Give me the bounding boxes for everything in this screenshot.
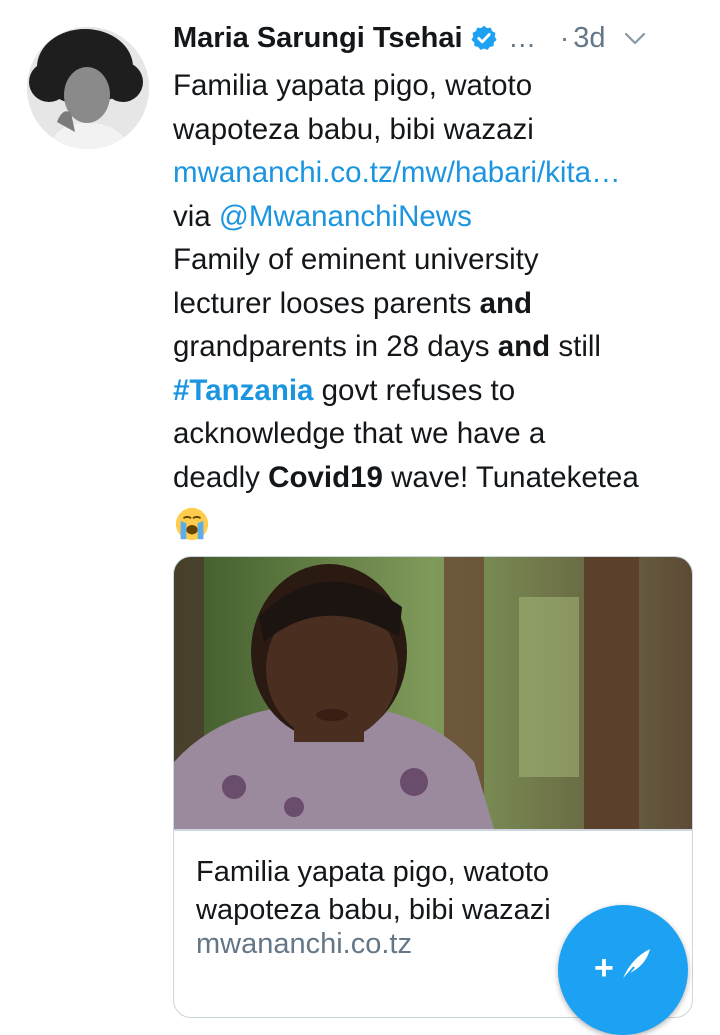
more-dots: ... bbox=[509, 22, 536, 53]
feather-icon bbox=[621, 949, 650, 982]
via-text: via bbox=[173, 199, 219, 233]
separator-dot: · bbox=[559, 22, 570, 53]
tweet-line: acknowledge that we have a bbox=[173, 417, 546, 450]
bold-text: and bbox=[497, 330, 551, 363]
avatar-image bbox=[27, 27, 149, 149]
text-segment: lecturer looses parents bbox=[173, 286, 480, 320]
bold-text: Covid19 bbox=[268, 460, 383, 494]
hashtag-link[interactable]: #Tanzania bbox=[173, 374, 313, 407]
text-segment: grandparents in 28 days bbox=[173, 330, 498, 363]
card-divider bbox=[174, 829, 692, 831]
tweet-line: lecturer looses parents and bbox=[173, 282, 703, 326]
chevron-down-icon[interactable] bbox=[623, 26, 647, 50]
tweet-line: #Tanzania govt refuses to bbox=[173, 369, 703, 413]
tweet-line: deadly Covid19 wave! Tunateketea bbox=[173, 456, 703, 500]
avatar[interactable] bbox=[27, 27, 149, 149]
tweet-line bbox=[173, 499, 703, 543]
loudly-crying-face-emoji-icon bbox=[175, 508, 209, 541]
mention-link[interactable]: @MwananchiNews bbox=[219, 200, 472, 233]
timestamp[interactable]: 3d bbox=[573, 22, 605, 55]
card-domain: mwananchi.co.tz bbox=[196, 928, 412, 960]
verified-badge-icon bbox=[470, 25, 497, 50]
tweet-header: Maria Sarungi Tsehai ... · 3d bbox=[173, 16, 703, 60]
tweet-line: wapoteza babu, bibi wazazi bbox=[173, 112, 534, 146]
tweet-line: Family of eminent university bbox=[173, 243, 539, 276]
tweet-line: grandparents in 28 days and still bbox=[173, 325, 703, 369]
tweet-line: Familia yapata pigo, watoto bbox=[173, 69, 533, 102]
card-thumbnail-image bbox=[174, 557, 692, 829]
tweet-line: via @MwananchiNews bbox=[173, 195, 703, 239]
text-segment: deadly bbox=[173, 460, 269, 494]
compose-tweet-button[interactable]: + bbox=[558, 905, 688, 1035]
card-title-line: Familia yapata pigo, watoto bbox=[196, 856, 550, 888]
author-name[interactable]: Maria Sarungi Tsehai bbox=[173, 22, 463, 55]
plus-icon: + bbox=[594, 949, 614, 987]
bold-text: and bbox=[479, 286, 533, 320]
text-segment: wave! Tunateketea bbox=[382, 460, 639, 494]
tweet-text: Familia yapata pigo, watoto wapoteza bab… bbox=[173, 64, 703, 543]
text-segment: govt refuses to bbox=[313, 373, 516, 407]
article-link[interactable]: mwananchi.co.tz/mw/habari/kita… bbox=[173, 151, 703, 195]
text-segment: still bbox=[550, 330, 601, 363]
